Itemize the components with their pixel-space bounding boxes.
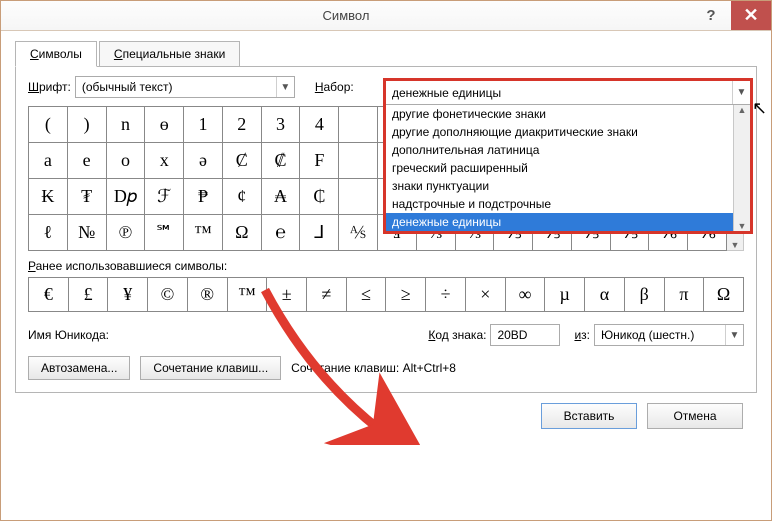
- symbol-cell[interactable]: 3: [262, 107, 301, 143]
- recent-symbol-cell[interactable]: ©: [148, 278, 188, 312]
- set-dropdown-item[interactable]: другие дополняющие диакритические знаки: [386, 123, 733, 141]
- symbol-cell[interactable]: №: [68, 215, 107, 251]
- symbol-cell[interactable]: ɵ: [145, 107, 184, 143]
- symbol-cell[interactable]: ə: [184, 143, 223, 179]
- autocorrect-button[interactable]: Автозамена...: [28, 356, 130, 380]
- recent-label: Ранее использовавшиеся символы:: [28, 259, 744, 273]
- symbol-cell[interactable]: ℗: [107, 215, 146, 251]
- symbol-cell[interactable]: ℓ: [29, 215, 68, 251]
- tab-strip: Символы Специальные знаки: [15, 40, 757, 67]
- symbol-cell[interactable]: ₮: [68, 179, 107, 215]
- shortcut-display: Сочетание клавиш: Alt+Ctrl+8: [291, 361, 456, 375]
- set-dropdown-item[interactable]: денежные единицы: [386, 213, 733, 231]
- set-dropdown-list[interactable]: другие фонетические знакидругие дополняю…: [386, 105, 733, 231]
- dropdown-scrollbar[interactable]: ▲ ▼: [733, 105, 750, 231]
- insert-button[interactable]: Вставить: [541, 403, 637, 429]
- symbol-cell[interactable]: ₱: [184, 179, 223, 215]
- chevron-down-icon: ▼: [725, 325, 743, 345]
- code-input[interactable]: 20BD: [490, 324, 560, 346]
- scroll-down-icon: ▼: [738, 221, 747, 231]
- shortcut-button[interactable]: Сочетание клавиш...: [140, 356, 281, 380]
- symbol-cell[interactable]: [339, 143, 378, 179]
- tab-symbols[interactable]: Символы: [15, 41, 97, 67]
- recent-symbol-cell[interactable]: ÷: [426, 278, 466, 312]
- set-dropdown-item[interactable]: надстрочные и подстрочные: [386, 195, 733, 213]
- symbol-cell[interactable]: (: [29, 107, 68, 143]
- symbol-cell[interactable]: 4: [300, 107, 339, 143]
- symbol-cell[interactable]: ₡: [262, 143, 301, 179]
- recent-symbol-cell[interactable]: £: [69, 278, 109, 312]
- code-label: Код знака:: [428, 328, 486, 342]
- set-dropdown-item[interactable]: знаки пунктуации: [386, 177, 733, 195]
- symbol-cell[interactable]: a: [29, 143, 68, 179]
- set-dropdown: денежные единицы ▼ другие фонетические з…: [383, 78, 753, 234]
- symbol-cell[interactable]: ℠: [145, 215, 184, 251]
- unicode-name-label: Имя Юникода:: [28, 328, 109, 342]
- scroll-up-icon: ▲: [738, 105, 747, 115]
- symbol-cell[interactable]: x: [145, 143, 184, 179]
- recent-grid: €£¥©®™±≠≤≥÷×∞µαβπΩ: [28, 277, 744, 312]
- font-label: Шрифт:: [28, 80, 71, 94]
- symbol-cell[interactable]: e: [68, 143, 107, 179]
- window-title: Символ: [1, 8, 691, 23]
- symbol-cell[interactable]: o: [107, 143, 146, 179]
- symbol-cell[interactable]: ⅍: [339, 215, 378, 251]
- symbol-cell[interactable]: Ω: [223, 215, 262, 251]
- recent-symbol-cell[interactable]: ×: [466, 278, 506, 312]
- cancel-button[interactable]: Отмена: [647, 403, 743, 429]
- from-combo[interactable]: Юникод (шестн.) ▼: [594, 324, 744, 346]
- set-dropdown-item[interactable]: греческий расширенный: [386, 159, 733, 177]
- symbol-cell[interactable]: ₳: [262, 179, 301, 215]
- recent-symbol-cell[interactable]: ≠: [307, 278, 347, 312]
- recent-symbol-cell[interactable]: ∞: [506, 278, 546, 312]
- tab-special[interactable]: Специальные знаки: [99, 41, 240, 67]
- symbol-cell[interactable]: F: [300, 143, 339, 179]
- symbol-cell[interactable]: ): [68, 107, 107, 143]
- symbol-cell[interactable]: [339, 179, 378, 215]
- symbol-cell[interactable]: 2: [223, 107, 262, 143]
- symbol-cell[interactable]: n: [107, 107, 146, 143]
- recent-symbol-cell[interactable]: ≥: [386, 278, 426, 312]
- close-button[interactable]: ✕: [731, 1, 771, 30]
- help-button[interactable]: ?: [691, 1, 731, 30]
- recent-symbol-cell[interactable]: ±: [267, 278, 307, 312]
- symbol-cell[interactable]: ¢: [223, 179, 262, 215]
- chevron-down-icon: ▼: [732, 81, 750, 104]
- symbol-cell[interactable]: ™: [184, 215, 223, 251]
- set-dropdown-item[interactable]: дополнительная латиница: [386, 141, 733, 159]
- font-combo[interactable]: (обычный текст) ▼: [75, 76, 295, 98]
- chevron-down-icon: ▼: [276, 77, 294, 97]
- recent-symbol-cell[interactable]: β: [625, 278, 665, 312]
- recent-symbol-cell[interactable]: µ: [545, 278, 585, 312]
- scroll-down-icon: ▼: [731, 240, 740, 250]
- symbol-cell[interactable]: ℱ: [145, 179, 184, 215]
- recent-symbol-cell[interactable]: ™: [228, 278, 268, 312]
- set-dropdown-item[interactable]: другие фонетические знаки: [386, 105, 733, 123]
- recent-symbol-cell[interactable]: π: [665, 278, 705, 312]
- symbol-cell[interactable]: [339, 107, 378, 143]
- symbol-cell[interactable]: 1: [184, 107, 223, 143]
- from-label: из:: [574, 328, 590, 342]
- recent-symbol-cell[interactable]: ®: [188, 278, 228, 312]
- titlebar: Символ ? ✕: [1, 1, 771, 31]
- symbol-cell[interactable]: D𝑝: [107, 179, 146, 215]
- symbol-cell[interactable]: ₵: [300, 179, 339, 215]
- symbol-cell[interactable]: ℮: [262, 215, 301, 251]
- set-label: Набор:: [315, 80, 354, 94]
- recent-symbol-cell[interactable]: Ω: [704, 278, 744, 312]
- symbol-cell[interactable]: ⅃: [300, 215, 339, 251]
- recent-symbol-cell[interactable]: α: [585, 278, 625, 312]
- symbol-cell[interactable]: ₭: [29, 179, 68, 215]
- symbol-cell[interactable]: Ȼ: [223, 143, 262, 179]
- set-combo[interactable]: денежные единицы ▼: [386, 81, 750, 105]
- recent-symbol-cell[interactable]: ≤: [347, 278, 387, 312]
- recent-symbol-cell[interactable]: €: [29, 278, 69, 312]
- recent-symbol-cell[interactable]: ¥: [108, 278, 148, 312]
